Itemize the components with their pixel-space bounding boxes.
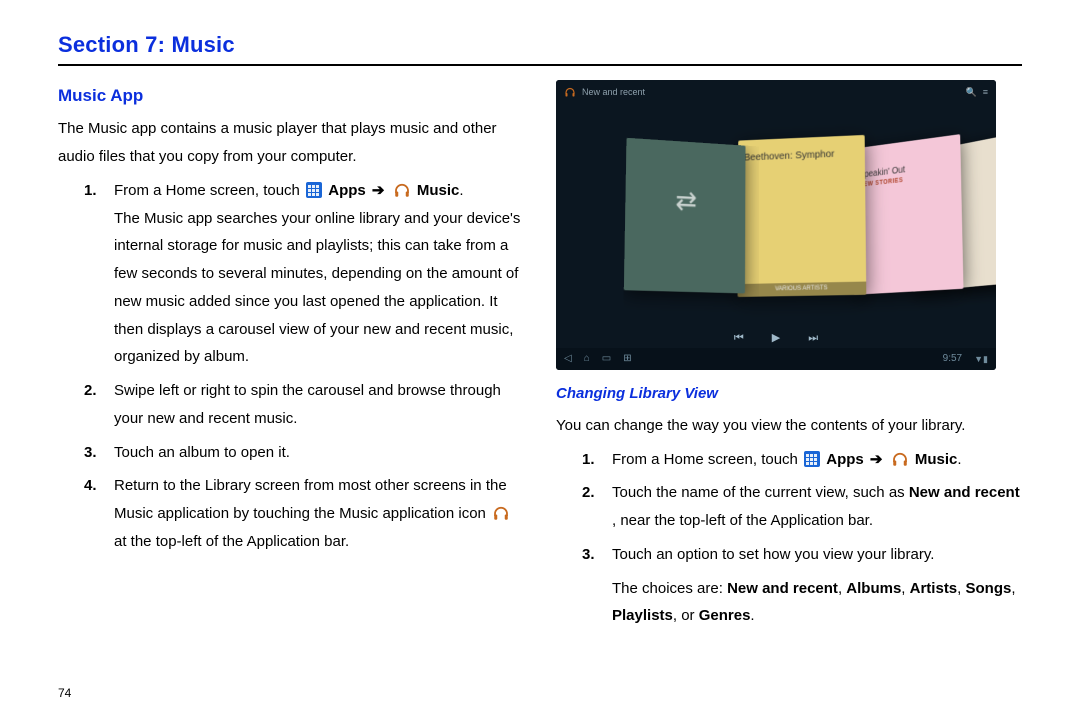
step-3: Touch an album to open it. [114,439,524,467]
left-column: Music App The Music app contains a music… [58,80,524,645]
apps-label: Apps [826,451,864,468]
music-headphones-icon [393,181,411,199]
choice-4: Songs [966,580,1012,597]
music-app-steps: From a Home screen, touch Apps ➔ Music. … [58,177,524,556]
shuffle-icon: ⇄ [675,176,697,226]
step-4: Return to the Library screen from most o… [114,472,524,555]
step-2: Touch the name of the current view, such… [612,479,1022,535]
changing-library-view-intro: You can change the way you view the cont… [556,412,1022,440]
album-card-speakin: Speakin' Out Speakin' Out NEW STORIES [852,134,963,295]
tablet-screenshot: New and recent 🔍 ≡ messias GUZMAN [556,80,996,370]
album-caption: Speakin' Out [852,134,960,151]
period: . [750,607,754,624]
tablet-top-bar: New and recent 🔍 ≡ [556,80,996,104]
changing-library-view-steps: From a Home screen, touch Apps ➔ Music. … [556,446,1022,569]
tablet-header-label: New and recent [582,84,645,101]
step-1: From a Home screen, touch Apps ➔ Music. … [114,177,524,371]
choice-6: Genres [699,607,751,624]
step-2-bold: New and recent [909,484,1020,501]
music-headphones-icon [492,504,510,522]
step-2-text-b: , near the top-left of the Application b… [612,512,873,529]
arrow-icon: ➔ [372,177,385,205]
album-artist: VARIOUS ARTISTS [738,282,867,298]
music-headphones-icon [891,450,909,468]
album-card-beethoven: Beethoven: Symphon… Beethoven: Symphor V… [738,135,867,297]
apps-icon [804,451,820,467]
carousel: messias GUZMAN Speakin' Out Speakin' Out… [556,104,996,326]
tablet-system-bar: ◁ ⌂ ▭ ⊞ 9:57 ▼▮ [556,348,996,370]
step-2: Swipe left or right to spin the carousel… [114,377,524,433]
section-title: Section 7: Music [58,32,1022,58]
music-label: Music [417,182,460,199]
apps-label: Apps [328,182,366,199]
right-column: New and recent 🔍 ≡ messias GUZMAN [556,80,1022,645]
step-3: Touch an option to set how you view your… [612,541,1022,569]
period: . [459,182,463,199]
choices-line: The choices are: New and recent, Albums,… [556,575,1022,631]
clock-label: 9:57 [943,350,962,369]
menu-icon: ≡ [983,84,988,101]
choice-3: Artists [910,580,958,597]
music-app-heading: Music App [58,80,524,111]
step-4-text-a: Return to the Library screen from most o… [114,477,507,522]
choice-5: Playlists [612,607,673,624]
step-4-text-b: at the top-left of the Application bar. [114,533,349,550]
manual-page: Section 7: Music Music App The Music app… [0,0,1080,720]
page-number: 74 [58,686,71,700]
period: . [957,451,961,468]
apps-icon [306,182,322,198]
album-caption: Beethoven: Symphon… [738,135,864,143]
or: , or [673,607,699,624]
choices-lead: The choices are: [612,580,727,597]
home-icon: ⌂ [584,350,590,369]
recent-icon: ▭ [602,350,611,369]
search-icon: 🔍 [966,84,977,101]
back-icon: ◁ [564,350,572,369]
sep: , [957,580,965,597]
next-icon: ⏭ [808,328,818,348]
step-2-text-a: Touch the name of the current view, such… [612,484,909,501]
wifi-icon: ▼▮ [974,351,988,368]
prev-icon: ⏮ [734,328,744,348]
music-app-intro: The Music app contains a music player th… [58,115,524,171]
album-caption: Shuffle all [626,138,745,149]
two-column-layout: Music App The Music app contains a music… [58,80,1022,645]
step-1: From a Home screen, touch Apps ➔ Music. [612,446,1022,474]
step-1-text-a: From a Home screen, touch [612,451,802,468]
album-card-shuffle: Shuffle all ⇄ [624,138,746,294]
music-headphones-icon [564,86,576,98]
step-1-text-b: The Music app searches your online libra… [114,205,524,372]
playback-controls: ⏮ ▶ ⏭ [556,328,996,348]
arrow-icon: ➔ [870,446,883,474]
play-icon: ▶ [772,328,780,348]
sep: , [901,580,909,597]
changing-library-view-heading: Changing Library View [556,380,1022,408]
choice-2: Albums [846,580,901,597]
step-1-text-a: From a Home screen, touch [114,182,304,199]
music-label: Music [915,451,958,468]
sep: , [1011,580,1015,597]
choice-1: New and recent [727,580,838,597]
album-label: Beethoven: Symphor [744,145,865,168]
section-rule [58,64,1022,66]
screenshot-icon: ⊞ [623,350,631,369]
